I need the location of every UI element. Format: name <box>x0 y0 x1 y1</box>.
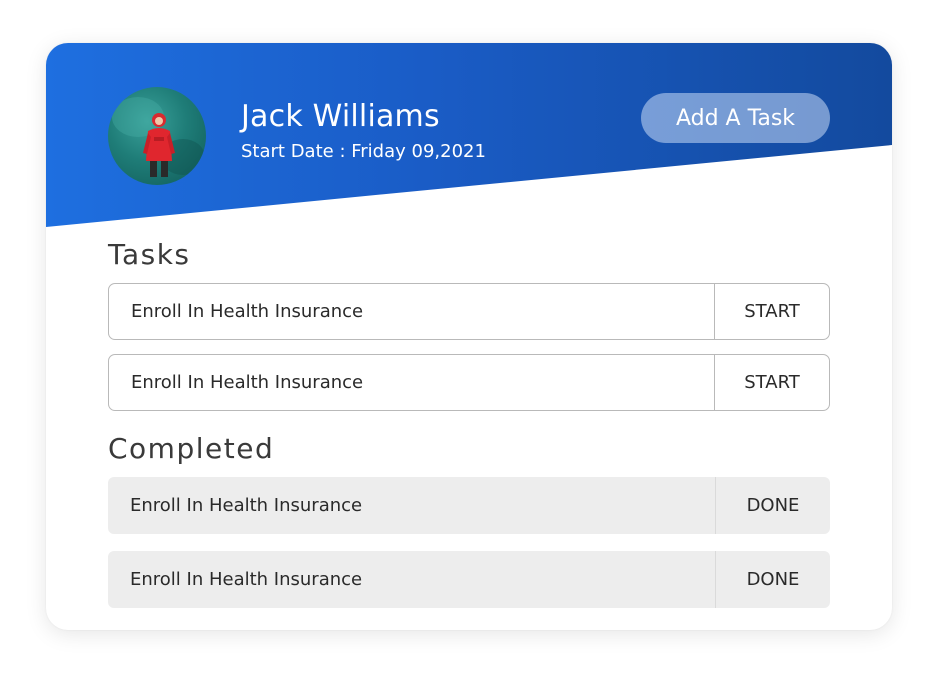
completed-heading: Completed <box>108 432 275 465</box>
task-row: Enroll In Health Insurance START <box>108 283 830 340</box>
task-row: Enroll In Health Insurance START <box>108 354 830 411</box>
completed-label: Enroll In Health Insurance <box>130 569 363 590</box>
task-label: Enroll In Health Insurance <box>131 301 364 322</box>
onboarding-card: Jack Williams Start Date : Friday 09,202… <box>46 43 892 630</box>
start-date: Start Date : Friday 09,2021 <box>241 141 486 162</box>
add-task-button[interactable]: Add A Task <box>641 93 830 143</box>
completed-label: Enroll In Health Insurance <box>130 495 363 516</box>
start-button[interactable]: START <box>714 284 829 339</box>
task-label: Enroll In Health Insurance <box>131 372 364 393</box>
completed-row: Enroll In Health Insurance DONE <box>108 551 830 608</box>
done-button[interactable]: DONE <box>715 477 830 534</box>
avatar-image <box>112 97 205 177</box>
done-button[interactable]: DONE <box>715 551 830 608</box>
completed-row: Enroll In Health Insurance DONE <box>108 477 830 534</box>
tasks-heading: Tasks <box>108 238 191 271</box>
avatar <box>108 87 206 185</box>
user-name: Jack Williams <box>241 99 440 134</box>
start-button[interactable]: START <box>714 355 829 410</box>
